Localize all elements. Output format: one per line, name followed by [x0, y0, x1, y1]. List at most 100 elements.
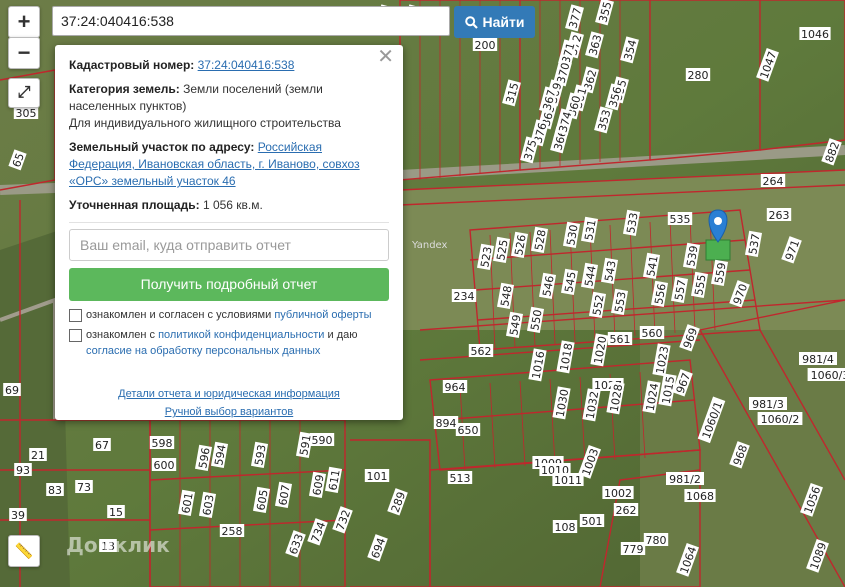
plot-label[interactable]: 305	[13, 106, 39, 120]
plot-label[interactable]: 561	[607, 332, 633, 346]
plot-label[interactable]: 101	[364, 469, 390, 483]
public-offer-link[interactable]: публичной оферты	[274, 309, 371, 321]
plot-label[interactable]: 262	[613, 503, 639, 517]
plot-label[interactable]: 981/4	[799, 352, 837, 366]
plot-label[interactable]: 1060/3	[807, 368, 845, 382]
plot-label[interactable]: 560	[639, 326, 665, 340]
plot-label[interactable]: 1002	[602, 486, 634, 500]
plot-label[interactable]: 280	[685, 68, 711, 82]
plot-number: 894	[436, 417, 457, 430]
plot-number: 598	[152, 437, 173, 450]
plot-label[interactable]: 981/2	[666, 472, 704, 486]
plot-label[interactable]: 964	[442, 380, 468, 394]
plot-number: 590	[312, 434, 333, 447]
search-icon	[464, 15, 478, 29]
plot-label[interactable]: 234	[451, 289, 477, 303]
cadastral-number-link[interactable]: 37:24:040416:538	[198, 58, 295, 72]
plot-label[interactable]: 1060/2	[757, 412, 803, 426]
plot-number: 200	[475, 39, 496, 52]
plot-label[interactable]: 981/3	[749, 397, 787, 411]
get-report-button[interactable]: Получить подробный отчет	[69, 268, 389, 301]
plot-number: 15	[109, 506, 123, 519]
consent-privacy-row: ознакомлен с политикой конфиденциальност…	[69, 327, 389, 359]
manual-selection-link[interactable]: Ручной выбор вариантов	[165, 406, 293, 418]
plot-label[interactable]: 21	[29, 448, 47, 462]
plot-label[interactable]: 894	[433, 416, 459, 430]
plot-label[interactable]: 108	[552, 520, 578, 534]
plot-number: 264	[763, 175, 784, 188]
search-input[interactable]: 37:24:040416:538	[52, 6, 450, 36]
plot-label[interactable]: 1046	[799, 27, 831, 41]
plot-number: 67	[95, 439, 109, 452]
consent-offer-row: ознакомлен и согласен с условиями публич…	[69, 307, 389, 323]
plot-number: 108	[555, 521, 576, 534]
consent-privacy-text: ознакомлен с	[86, 329, 156, 341]
plot-label[interactable]: 73	[75, 480, 93, 494]
plot-label[interactable]: 93	[14, 463, 32, 477]
brand-watermark: Домклик	[66, 533, 170, 557]
plot-label[interactable]: 600	[151, 458, 177, 472]
cadastral-row: Кадастровый номер: 37:24:040416:538	[69, 57, 389, 74]
plot-number: 562	[471, 345, 492, 358]
plot-label[interactable]: 263	[766, 208, 792, 222]
plot-label[interactable]: 15	[107, 505, 125, 519]
plot-label[interactable]: 67	[93, 438, 111, 452]
plot-number: 981/3	[752, 398, 784, 411]
plot-label[interactable]: 1068	[684, 489, 716, 503]
area-label: Уточненная площадь:	[69, 198, 200, 212]
plot-number: 280	[688, 69, 709, 82]
plot-label[interactable]: 1011	[552, 473, 584, 487]
area-value: 1 056 кв.м.	[202, 198, 263, 212]
ruler-button[interactable]: 📏	[8, 535, 40, 567]
yandex-watermark: Yandex	[411, 240, 448, 251]
plot-label[interactable]: 83	[46, 483, 64, 497]
expand-icon: ⤢	[17, 84, 31, 101]
plot-number: 964	[445, 381, 466, 394]
fullscreen-button[interactable]: ⤢	[8, 78, 40, 108]
personal-data-consent-link[interactable]: согласие на обработку персональных данны…	[86, 345, 320, 357]
plot-number: 262	[616, 504, 637, 517]
plot-label[interactable]: 39	[9, 508, 27, 522]
zoom-in-button[interactable]: +	[8, 6, 40, 38]
plot-number: 513	[450, 472, 471, 485]
popup-footer-links: Детали отчета и юридическая информация Р…	[69, 385, 389, 421]
privacy-policy-link[interactable]: политикой конфиденциальности	[158, 329, 324, 341]
plot-info-popup: ✕ Кадастровый номер: 37:24:040416:538 Ка…	[55, 45, 403, 420]
plot-number: 21	[31, 449, 45, 462]
consent-offer-text: ознакомлен и согласен с условиями	[86, 309, 272, 321]
plot-label[interactable]: 264	[760, 174, 786, 188]
plot-number: 1060/3	[811, 369, 845, 382]
consent-privacy-mid: и даю	[327, 329, 358, 341]
plot-number: 1046	[801, 28, 829, 41]
plot-number: 1011	[554, 474, 582, 487]
plot-number: 501	[582, 515, 603, 528]
plot-label[interactable]: 598	[149, 436, 175, 450]
plot-label[interactable]: 562	[468, 344, 494, 358]
search-button[interactable]: Найти	[454, 6, 535, 38]
plot-label[interactable]: 780	[643, 533, 669, 547]
email-field[interactable]: Ваш email, куда отправить отчет	[69, 229, 389, 261]
plot-label[interactable]: 590	[309, 433, 335, 447]
plot-label[interactable]: 513	[447, 471, 473, 485]
plot-label[interactable]: 650	[455, 423, 481, 437]
plot-number: 258	[222, 525, 243, 538]
plot-label[interactable]: 69	[3, 383, 21, 397]
plot-number: 981/2	[669, 473, 701, 486]
close-icon[interactable]: ✕	[377, 47, 394, 67]
plot-label[interactable]: 779	[620, 542, 646, 556]
zoom-out-button[interactable]: −	[8, 37, 40, 69]
area-row: Уточненная площадь: 1 056 кв.м.	[69, 197, 389, 214]
plot-number: 600	[154, 459, 175, 472]
plot-number: 1060/2	[761, 413, 800, 426]
plot-number: 263	[769, 209, 790, 222]
category-use: Для индивидуального жилищного строительс…	[69, 116, 341, 130]
report-details-link[interactable]: Детали отчета и юридическая информация	[118, 388, 340, 400]
plot-label[interactable]: 501	[579, 514, 605, 528]
plot-label[interactable]: 258	[219, 524, 245, 538]
plot-label[interactable]: 200	[472, 38, 498, 52]
search-button-label: Найти	[482, 14, 525, 30]
privacy-checkbox[interactable]	[69, 329, 82, 342]
offer-checkbox[interactable]	[69, 309, 82, 322]
plot-label[interactable]: 535	[667, 212, 693, 226]
address-label: Земельный участок по адресу:	[69, 140, 255, 154]
